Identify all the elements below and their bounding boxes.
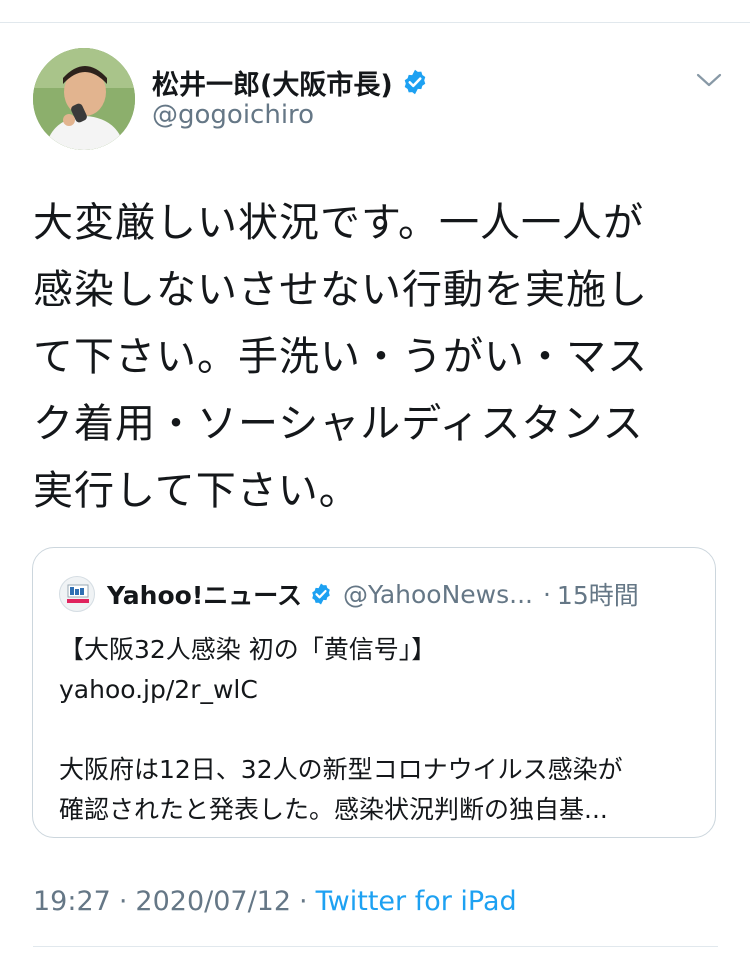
author-name-row[interactable]: 松井一郎(大阪市長) — [152, 62, 429, 102]
quoted-separator: · — [542, 579, 551, 609]
tweet-date: 2020/07/12 — [135, 886, 292, 917]
tweet-text-line: 大変厳しい状況です。一人一人が — [33, 200, 644, 246]
tweet-time: 19:27 — [33, 886, 111, 917]
quoted-headline: 【大阪32人感染 初の「黄信号」】 — [59, 635, 437, 664]
quoted-tweet-card[interactable]: Yahoo!ニュース @YahooNews... · 15時間 【大阪32人感染… — [32, 547, 716, 838]
quoted-body-line: 大阪府は12日、32人の新型コロナウイルス感染が — [59, 755, 623, 784]
top-divider — [0, 22, 750, 23]
quoted-tweet-header: Yahoo!ニュース @YahooNews... · 15時間 — [59, 576, 639, 612]
quoted-tweet-body: 【大阪32人感染 初の「黄信号」】 yahoo.jp/2r_wlC 大阪府は12… — [59, 630, 699, 830]
tweet-source-link[interactable]: Twitter for iPad — [316, 886, 517, 917]
author-avatar[interactable] — [33, 48, 135, 150]
bottom-divider — [33, 946, 718, 947]
tweet-detail-view: 松井一郎(大阪市長) @gogoichiro 大変厳しい状況です。一人一人が 感… — [0, 0, 750, 955]
meta-separator: · — [118, 886, 128, 917]
verified-badge-icon — [309, 582, 333, 606]
tweet-text: 大変厳しい状況です。一人一人が 感染しないさせない行動を実施し て下さい。手洗い… — [33, 190, 723, 525]
profile-photo — [33, 48, 135, 150]
meta-separator: · — [299, 886, 308, 917]
quoted-author-name: Yahoo!ニュース — [107, 581, 302, 610]
tweet-text-line: て下さい。手洗い・うがい・マス — [33, 334, 648, 380]
tweet-text-line: ク着用・ソーシャルディスタンス — [33, 401, 644, 447]
author-handle[interactable]: @gogoichiro — [152, 100, 314, 130]
chevron-down-icon[interactable] — [694, 68, 724, 92]
author-display-name[interactable]: 松井一郎(大阪市長) — [152, 63, 393, 102]
tweet-meta: 19:27 · 2020/07/12 · Twitter for iPad — [33, 886, 517, 917]
quoted-spacer — [59, 710, 699, 750]
tweet-text-line: 感染しないさせない行動を実施し — [33, 267, 648, 313]
quoted-body-line: 確認されたと発表した。感染状況判断の独自基... — [59, 795, 608, 824]
quoted-timestamp: 15時間 — [556, 581, 639, 610]
quoted-author-avatar — [59, 576, 95, 612]
quoted-author-handle: @YahooNews... — [342, 579, 533, 609]
tweet-text-line: 実行して下さい。 — [33, 468, 360, 514]
quoted-link: yahoo.jp/2r_wlC — [59, 675, 258, 704]
verified-badge-icon — [401, 68, 429, 96]
